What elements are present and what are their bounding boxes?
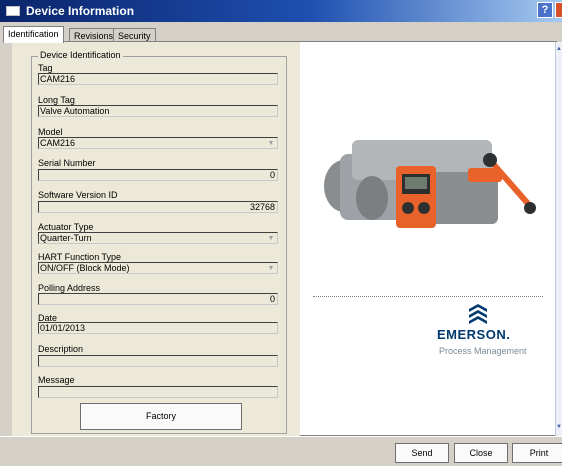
brand-name: EMERSON.: [437, 327, 511, 342]
long-tag-label: Long Tag: [38, 95, 75, 105]
hart-function-label: HART Function Type: [38, 252, 122, 262]
group-legend: Device Identification: [38, 50, 123, 60]
message-label: Message: [38, 375, 75, 385]
divider: [313, 296, 543, 297]
dropdown-arrow-icon[interactable]: ▼: [266, 264, 276, 273]
actuator-type-label: Actuator Type: [38, 222, 94, 232]
software-version-label: Software Version ID: [38, 190, 118, 200]
actuator-image: [324, 140, 536, 228]
model-select[interactable]: CAM216 ▼: [38, 137, 278, 149]
actuator-type-value: Quarter-Turn: [40, 233, 92, 243]
dropdown-arrow-icon[interactable]: ▼: [266, 139, 276, 148]
window-title: Device Information: [26, 4, 135, 18]
tag-label: Tag: [38, 63, 53, 73]
title-bar: Device Information ?: [0, 0, 562, 22]
tag-field[interactable]: CAM216: [38, 73, 278, 85]
tab-strip: Identification Revisions Security: [0, 24, 562, 43]
emerson-logo-icon: [469, 304, 487, 324]
dropdown-arrow-icon[interactable]: ▼: [266, 234, 276, 243]
send-button[interactable]: Send: [395, 443, 449, 463]
actuator-type-select[interactable]: Quarter-Turn ▼: [38, 232, 278, 244]
close-window-button[interactable]: [555, 2, 562, 18]
factory-button[interactable]: Factory: [80, 403, 242, 430]
scroll-down-icon[interactable]: ▼: [556, 422, 562, 432]
close-button[interactable]: Close: [454, 443, 508, 463]
polling-address-field[interactable]: 0: [38, 293, 278, 305]
hart-function-value: ON/OFF (Block Mode): [40, 263, 130, 273]
print-button[interactable]: Print: [512, 443, 562, 463]
long-tag-field[interactable]: Valve Automation: [38, 105, 278, 117]
tab-identification[interactable]: Identification: [3, 26, 64, 43]
model-label: Model: [38, 127, 63, 137]
vertical-scrollbar[interactable]: ▲ ▼: [555, 42, 562, 436]
hart-function-select[interactable]: ON/OFF (Block Mode) ▼: [38, 262, 278, 274]
message-field[interactable]: [38, 386, 278, 398]
description-field[interactable]: [38, 355, 278, 367]
scroll-up-icon[interactable]: ▲: [556, 44, 562, 54]
help-button[interactable]: ?: [537, 2, 553, 18]
serial-number-label: Serial Number: [38, 158, 96, 168]
serial-number-field[interactable]: 0: [38, 169, 278, 181]
window-icon: [6, 6, 20, 16]
model-value: CAM216: [40, 138, 76, 148]
polling-address-label: Polling Address: [38, 283, 101, 293]
date-field[interactable]: 01/01/2013: [38, 322, 278, 334]
description-label: Description: [38, 344, 84, 354]
software-version-field[interactable]: 32768: [38, 201, 278, 213]
brand-subtitle: Process Management: [439, 346, 527, 356]
